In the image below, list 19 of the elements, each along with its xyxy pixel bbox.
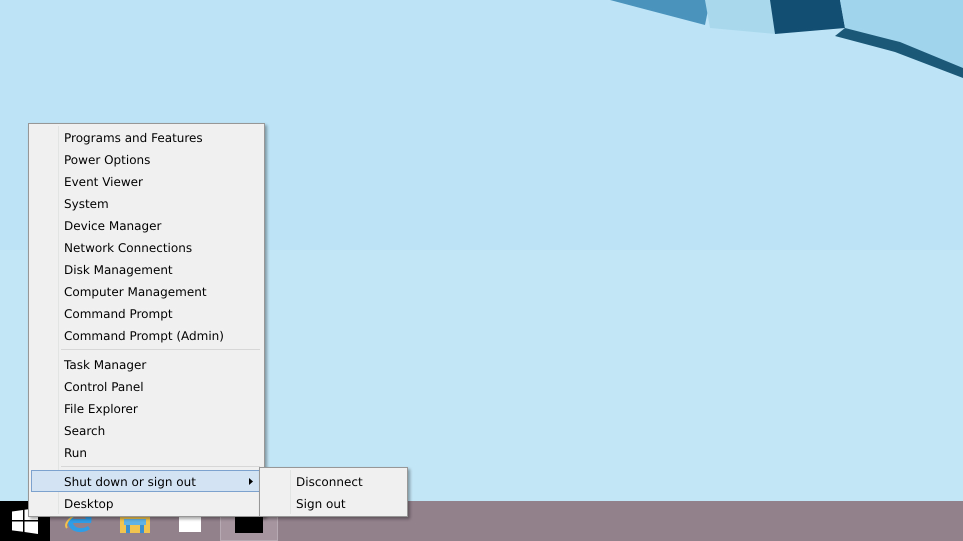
- menu-item[interactable]: Computer Management: [31, 280, 262, 302]
- menu-item[interactable]: Disk Management: [31, 258, 262, 280]
- menu-item[interactable]: Control Panel: [31, 375, 262, 397]
- menu-item[interactable]: Run: [31, 441, 262, 463]
- menu-item[interactable]: Programs and Features: [31, 126, 262, 148]
- menu-item[interactable]: Task Manager: [31, 353, 262, 375]
- menu-item[interactable]: Power Options: [31, 148, 262, 170]
- menu-item[interactable]: System: [31, 192, 262, 214]
- menu-item[interactable]: Disconnect: [262, 470, 405, 492]
- menu-item[interactable]: Command Prompt (Admin): [31, 324, 262, 346]
- menu-item[interactable]: Sign out: [262, 492, 405, 514]
- menu-item[interactable]: Device Manager: [31, 214, 262, 236]
- menu-item[interactable]: Command Prompt: [31, 302, 262, 324]
- menu-item[interactable]: Desktop: [31, 492, 262, 514]
- menu-item[interactable]: Search: [31, 419, 262, 441]
- menu-item[interactable]: Shut down or sign out: [31, 470, 262, 492]
- menu-item[interactable]: File Explorer: [31, 397, 262, 419]
- menu-item[interactable]: Network Connections: [31, 236, 262, 258]
- menu-item[interactable]: Event Viewer: [31, 170, 262, 192]
